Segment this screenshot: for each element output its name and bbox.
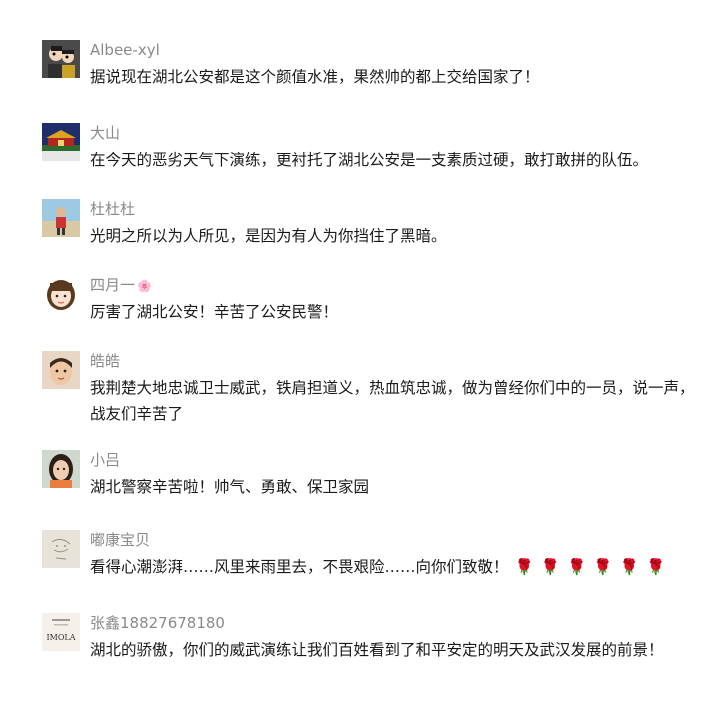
cartoon-couple-avatar-icon[interactable] (42, 40, 80, 78)
comment-text: 厉害了湖北公安！辛苦了公安民警！ (90, 303, 339, 321)
comment-text: 我荆楚大地忠诚卫士威武，铁肩担道义，热血筑忠诚，做为曾经你们中的一员，说一声，战… (90, 379, 695, 423)
comment-list: Albee-xyl 据说现在湖北公安都是这个颜值水准，果然帅的都上交给国家了！ … (0, 0, 720, 710)
comment-author[interactable]: 张鑫18827678180 (90, 613, 225, 633)
comment-author[interactable]: 四月一 🌸 (90, 275, 152, 296)
comment-author[interactable]: 皓皓 (90, 351, 120, 371)
comment-author[interactable]: 杜杜杜 (90, 199, 135, 219)
flower-icon: 🌸 (137, 279, 152, 293)
beach-photo-avatar-icon[interactable] (42, 199, 80, 237)
comment-author[interactable]: 大山 (90, 123, 120, 143)
comment-text-body: 看得心潮澎湃……风里来雨里去，不畏艰险……向你们致敬！ (90, 558, 509, 576)
cartoon-girl-avatar-icon[interactable] (42, 275, 80, 313)
comment-text: 湖北的骄傲，你们的威武演练让我们百姓看到了和平安定的明天及武汉发展的前景！ (90, 641, 664, 659)
comment-author[interactable]: 小吕 (90, 450, 120, 470)
imola-logo-text: IMOLA (47, 633, 76, 642)
child-portrait-avatar-icon[interactable] (42, 351, 80, 389)
comment-text: 湖北警察辛苦啦！帅气、勇敢、保卫家园 (90, 478, 370, 496)
sketch-avatar-icon[interactable] (42, 530, 80, 568)
comment-text: 据说现在湖北公安都是这个颜值水准，果然帅的都上交给国家了！ (90, 68, 540, 86)
comment-author[interactable]: Albee-xyl (90, 40, 160, 60)
imola-logo-avatar-icon[interactable]: IMOLA (42, 613, 80, 651)
comment-text: 在今天的恶劣天气下演练，更衬托了湖北公安是一支素质过硬，敢打敢拼的队伍。 (90, 151, 649, 169)
rose-icons: 🌹🌹🌹🌹🌹🌹 (514, 558, 673, 576)
tiananmen-avatar-icon[interactable] (42, 123, 80, 161)
comment-author[interactable]: 嘟康宝贝 (90, 530, 150, 550)
comment-author-name[interactable]: 四月一 (90, 276, 135, 294)
comment-text: 光明之所以为人所见，是因为有人为你挡住了黑暗。 (90, 227, 447, 245)
woman-portrait-avatar-icon[interactable] (42, 450, 80, 488)
comment-text: 看得心潮澎湃……风里来雨里去，不畏艰险……向你们致敬！ 🌹🌹🌹🌹🌹🌹 (90, 554, 704, 580)
